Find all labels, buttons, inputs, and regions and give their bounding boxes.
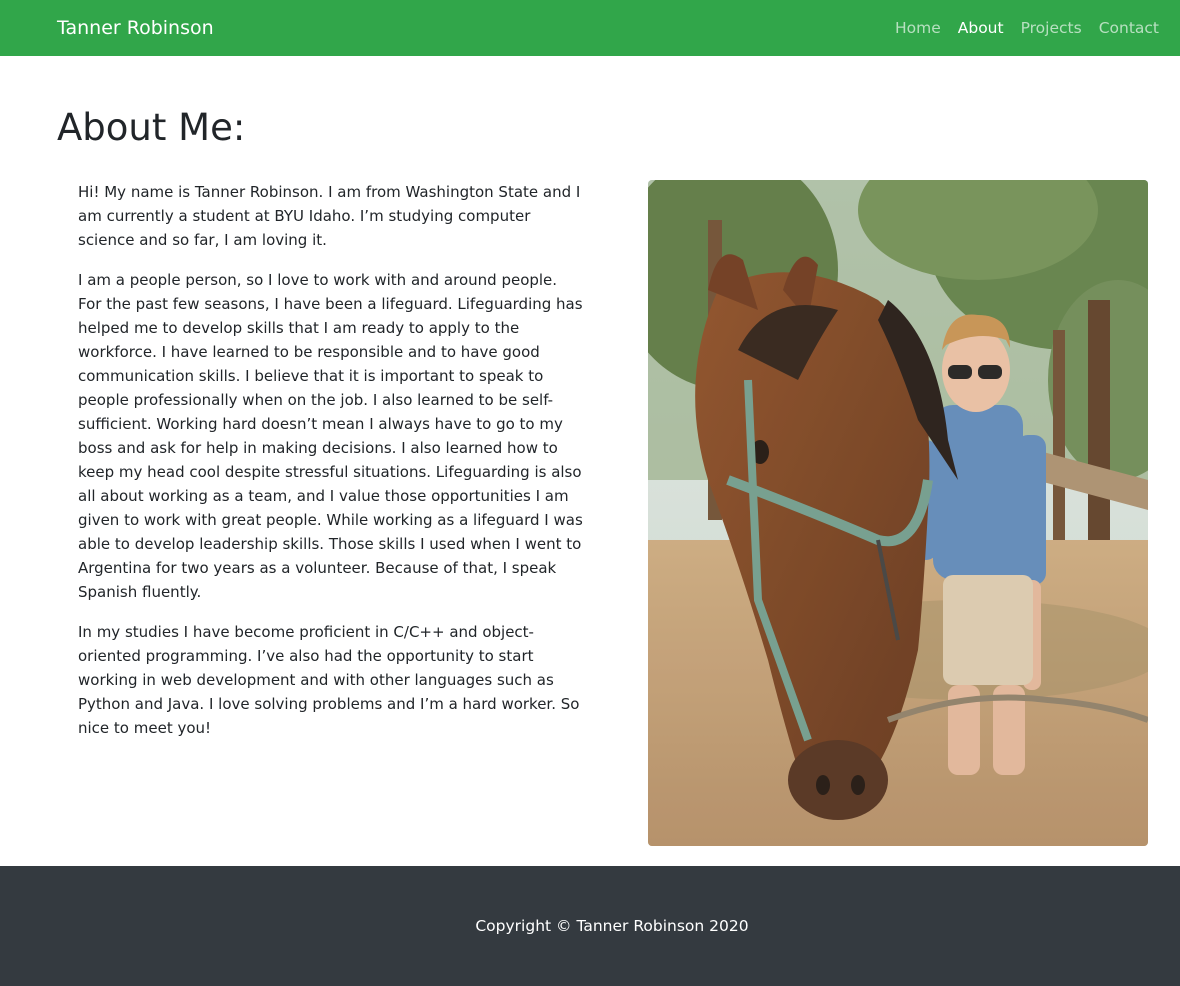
brand-link[interactable]: Tanner Robinson [57, 16, 214, 40]
nav-link-home[interactable]: Home [895, 17, 941, 39]
photo-illustration [648, 180, 1148, 846]
nav-link-contact[interactable]: Contact [1099, 17, 1159, 39]
about-paragraph-studies: In my studies I have become proficient i… [78, 623, 580, 737]
copyright-text: Copyright © Tanner Robinson 2020 [475, 917, 749, 935]
profile-photo [648, 180, 1148, 846]
nav-links: Home About Projects Contact [895, 17, 1159, 39]
page-title: About Me: [57, 106, 246, 149]
footer: Copyright © Tanner Robinson 2020 [0, 866, 1180, 986]
nav-link-about[interactable]: About [958, 17, 1004, 39]
navbar: Tanner Robinson Home About Projects Cont… [0, 0, 1180, 56]
about-text: Hi! My name is Tanner Robinson. I am fro… [78, 180, 583, 756]
nav-link-projects[interactable]: Projects [1021, 17, 1082, 39]
about-paragraph-intro: Hi! My name is Tanner Robinson. I am fro… [78, 183, 581, 249]
about-paragraph-lifeguard: I am a people person, so I love to work … [78, 271, 583, 601]
